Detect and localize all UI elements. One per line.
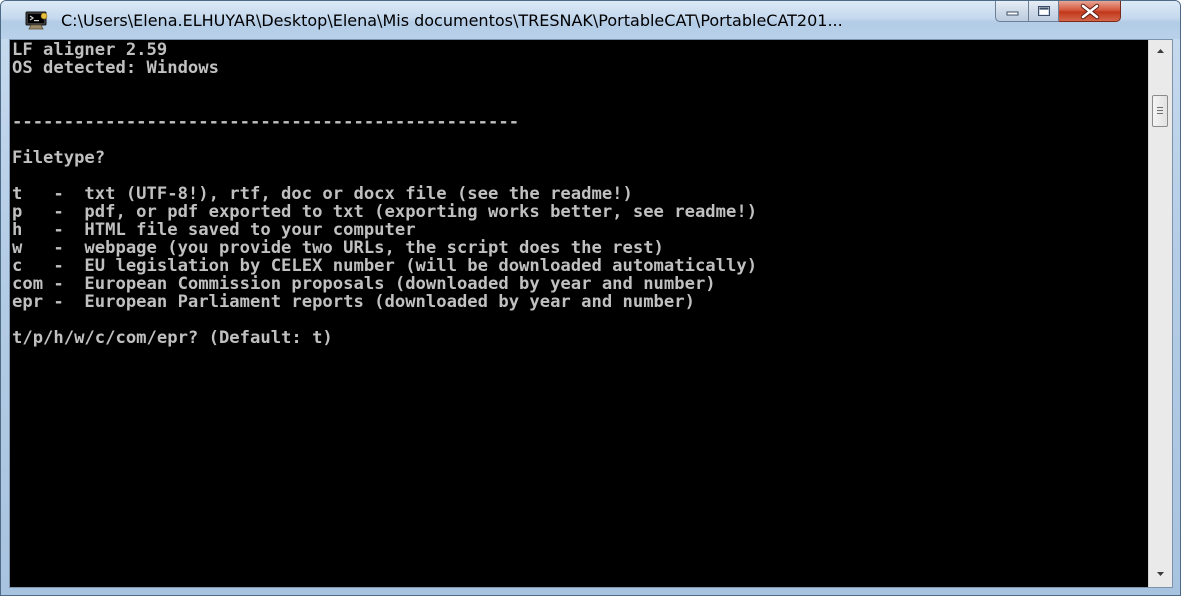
console-line: OS detected: Windows	[12, 58, 219, 78]
minimize-button[interactable]	[995, 1, 1029, 22]
window-title: C:\Users\Elena.ELHUYAR\Desktop\Elena\Mis…	[61, 11, 843, 30]
console-line: Filetype?	[12, 148, 106, 168]
minimize-icon	[1006, 11, 1019, 16]
console-window: C:\Users\Elena.ELHUYAR\Desktop\Elena\Mis…	[0, 0, 1181, 596]
scroll-thumb[interactable]	[1152, 95, 1168, 127]
scroll-up-arrow-icon[interactable]	[1152, 43, 1169, 60]
command-prompt-icon[interactable]	[25, 11, 49, 31]
console-line: w - webpage (you provide two URLs, the s…	[12, 238, 664, 258]
console-line: ----------------------------------------…	[12, 112, 520, 132]
console-line: h - HTML file saved to your computer	[12, 220, 416, 240]
close-button[interactable]	[1059, 1, 1121, 22]
console-line: c - EU legislation by CELEX number (will…	[12, 256, 758, 276]
console-line: t - txt (UTF-8!), rtf, doc or docx file …	[12, 184, 633, 204]
console-line: t/p/h/w/c/com/epr? (Default: t)	[12, 328, 333, 348]
console-line: p - pdf, or pdf exported to txt (exporti…	[12, 202, 758, 222]
console-line: com - European Commission proposals (dow…	[12, 274, 716, 294]
vertical-scrollbar[interactable]	[1148, 40, 1172, 587]
title-bar[interactable]: C:\Users\Elena.ELHUYAR\Desktop\Elena\Mis…	[1, 1, 1180, 39]
maximize-icon	[1038, 6, 1050, 16]
console-line: LF aligner 2.59	[12, 40, 168, 60]
console-output[interactable]: LF aligner 2.59 OS detected: Windows -----…	[10, 40, 1148, 587]
scroll-down-arrow-icon[interactable]	[1152, 565, 1169, 582]
caption-buttons	[995, 1, 1121, 23]
maximize-button[interactable]	[1029, 1, 1059, 22]
console-client-area[interactable]: LF aligner 2.59 OS detected: Windows -----…	[9, 39, 1173, 588]
close-icon	[1080, 3, 1100, 20]
console-line: epr - European Parliament reports (downl…	[12, 292, 695, 312]
